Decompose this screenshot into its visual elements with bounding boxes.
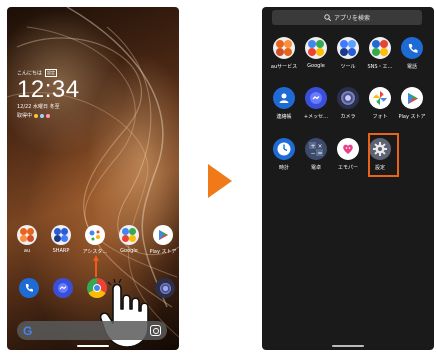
photos-icon (369, 87, 391, 109)
app-label: 電卓 (310, 165, 321, 171)
camera-icon (337, 87, 359, 109)
svg-text:+: + (311, 143, 316, 150)
app-phone[interactable] (12, 278, 46, 298)
date-text: 12/22 水曜日 冬至 (17, 104, 60, 110)
phone-icon (19, 278, 39, 298)
app-search-bar[interactable]: アプリを検索 (272, 10, 422, 25)
app-au-services[interactable]: auサービス (268, 37, 300, 70)
app-sharp[interactable]: SHARP (44, 225, 78, 255)
app-phone[interactable]: 電話 (396, 37, 428, 70)
emopa-icon (337, 138, 359, 160)
status-dot-icon (34, 113, 39, 118)
app-search-placeholder: アプリを検索 (333, 15, 370, 22)
app-assistant[interactable]: アシスタ… (78, 225, 112, 255)
home-app-row: au SHARP アシスタ… Google Play ストア (10, 225, 179, 255)
step-arrow-icon (208, 164, 232, 198)
clock-widget[interactable]: こんにちは 設定 12:34 12/22 水曜日 冬至 取得中 (17, 69, 80, 119)
app-label: 連絡帳 (276, 114, 292, 120)
swipe-up-arrow-icon (93, 255, 99, 277)
play-store-icon (153, 225, 173, 245)
app-sns-folder[interactable]: SNS・エ… (364, 37, 396, 70)
camera-icon (155, 278, 175, 298)
app-label: SNS・エ… (367, 64, 393, 70)
tools-folder-icon (337, 37, 359, 59)
play-store-icon (401, 87, 423, 109)
app-drawer-screen: アプリを検索 auサービス Google ツール SNS・エ… 電話 連絡帳 +… (262, 7, 434, 350)
sns-folder-icon (369, 37, 391, 59)
google-assistant-icon (85, 225, 105, 245)
messenger-icon (53, 278, 73, 298)
app-clock[interactable]: 時計 (268, 138, 300, 171)
settings-highlight-box (368, 133, 399, 177)
gesture-bar[interactable] (332, 345, 364, 347)
app-google-folder[interactable]: Google (112, 225, 146, 255)
svg-text:×: × (318, 143, 323, 150)
app-label: Google (120, 248, 138, 254)
app-plus-message[interactable]: +メッセ… (300, 87, 332, 120)
app-label: Play ストア (149, 249, 177, 255)
app-grid-row: 連絡帳 +メッセ… カメラ フォト Play ストア (268, 87, 428, 120)
app-label: 時計 (278, 165, 289, 171)
app-calculator[interactable]: + × − = 電卓 (300, 138, 332, 171)
app-contacts[interactable]: 連絡帳 (268, 87, 300, 120)
app-label: エモパー (337, 165, 358, 171)
app-emopa[interactable]: エモパー (332, 138, 364, 171)
app-grid-row: auサービス Google ツール SNS・エ… 電話 (268, 37, 428, 70)
app-photos[interactable]: フォト (364, 87, 396, 120)
au-folder-icon (17, 225, 37, 245)
google-search-bar[interactable]: G (17, 321, 167, 340)
google-folder-icon (305, 37, 327, 59)
app-label: アシスタ… (82, 249, 108, 255)
status-dot-icon (46, 113, 51, 118)
app-google-folder[interactable]: Google (300, 37, 332, 70)
app-label: 電話 (406, 64, 417, 70)
app-play-store[interactable]: Play ストア (396, 87, 428, 120)
app-messenger[interactable] (46, 278, 80, 298)
google-g-logo: G (23, 324, 33, 338)
app-play-store[interactable]: Play ストア (146, 225, 179, 255)
app-label: auサービス (270, 64, 298, 70)
svg-text:=: = (318, 150, 323, 156)
sharp-folder-icon (51, 225, 71, 245)
plus-message-icon (305, 87, 327, 109)
contacts-icon (273, 87, 295, 109)
app-label: Google (307, 63, 325, 69)
app-label: Play ストア (398, 114, 426, 120)
clock-time: 12:34 (17, 76, 80, 103)
gesture-bar[interactable] (77, 345, 109, 347)
google-lens-icon[interactable] (150, 325, 161, 336)
phone-icon (401, 37, 423, 59)
app-label: au (23, 248, 31, 254)
au-services-folder-icon (273, 37, 295, 59)
app-label: フォト (372, 114, 388, 120)
app-camera[interactable]: カメラ (332, 87, 364, 120)
info-text: 取得中 (17, 113, 33, 119)
clock-icon (273, 138, 295, 160)
app-label: ツール (340, 64, 356, 70)
calculator-icon: + × − = (305, 138, 327, 160)
app-au[interactable]: au (10, 225, 44, 255)
app-label: SHARP (52, 248, 70, 254)
status-dot-icon (40, 113, 45, 118)
home-screen: こんにちは設定 12:34 12/22 水曜日 冬至 取得中 au SHARP (7, 7, 179, 350)
svg-text:−: − (311, 150, 316, 156)
search-icon (324, 14, 331, 21)
info-line: 取得中 (17, 112, 80, 119)
app-tools-folder[interactable]: ツール (332, 37, 364, 70)
app-label: カメラ (340, 114, 356, 120)
app-label: +メッセ… (303, 114, 329, 120)
google-folder-icon (119, 225, 139, 245)
